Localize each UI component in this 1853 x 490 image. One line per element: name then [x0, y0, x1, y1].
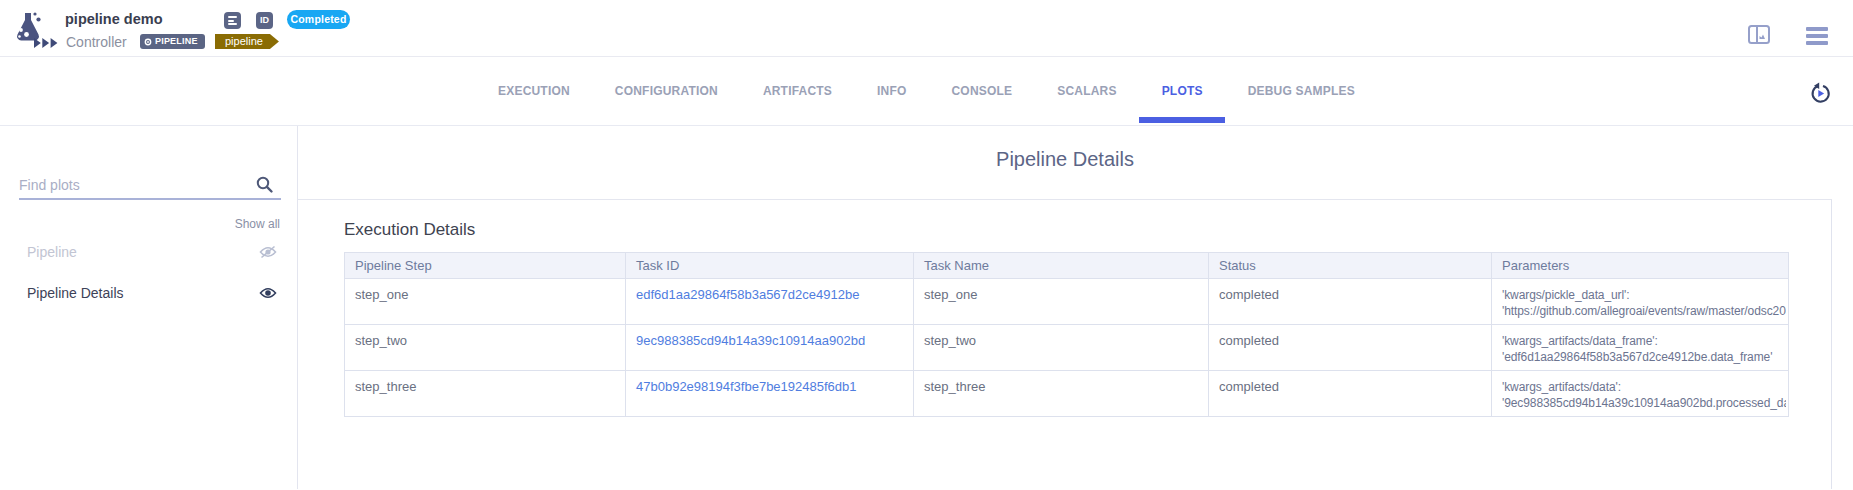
cell-pipeline-step: step_one	[345, 279, 626, 325]
find-plots-input[interactable]: Find plots	[19, 177, 80, 193]
gear-icon	[144, 38, 152, 46]
cell-task-id[interactable]: 9ec988385cd94b14a39c10914aa902bd	[626, 325, 914, 371]
tab-plots[interactable]: PLOTS	[1139, 57, 1225, 125]
tab-scalars[interactable]: SCALARS	[1035, 57, 1139, 125]
split-view-icon[interactable]	[1748, 25, 1770, 48]
sidebar-item-pipeline-details[interactable]: Pipeline Details	[27, 285, 124, 301]
cell-task-id[interactable]: 47b0b92e98194f3fbe7be192485f6db1	[626, 371, 914, 417]
sidebar-item-pipeline[interactable]: Pipeline	[27, 244, 77, 260]
experiment-subtitle: Controller	[66, 34, 127, 50]
plots-sidebar: Find plots Show all Pipeline Pipeline De…	[0, 126, 298, 489]
tab-debug-samples[interactable]: DEBUG SAMPLES	[1225, 57, 1377, 125]
section-title: Execution Details	[344, 220, 1831, 240]
experiment-title: pipeline demo	[65, 11, 163, 27]
refresh-icon[interactable]	[1809, 82, 1832, 109]
description-icon[interactable]	[224, 12, 241, 29]
col-task-id: Task ID	[626, 253, 914, 279]
table-row: step_three 47b0b92e98194f3fbe7be192485f6…	[345, 371, 1789, 417]
cell-task-name: step_one	[914, 279, 1209, 325]
tab-bar: EXECUTION CONFIGURATION ARTIFACTS INFO C…	[0, 57, 1853, 126]
user-tag-pipeline[interactable]: pipeline	[215, 34, 279, 49]
eye-icon[interactable]	[259, 286, 277, 304]
app-header: pipeline demo ID Completed Controller PI…	[0, 0, 1853, 57]
cell-task-id[interactable]: edf6d1aa29864f58b3a567d2ce4912be	[626, 279, 914, 325]
content-area: Find plots Show all Pipeline Pipeline De…	[0, 126, 1853, 489]
cell-parameters: 'kwargs/pickle_data_url': 'https://githu…	[1492, 279, 1789, 325]
cell-status: completed	[1209, 371, 1492, 417]
plot-title: Pipeline Details	[298, 148, 1832, 171]
status-badge: Completed	[287, 10, 350, 29]
cell-task-name: step_three	[914, 371, 1209, 417]
col-pipeline-step: Pipeline Step	[345, 253, 626, 279]
cell-task-name: step_two	[914, 325, 1209, 371]
cell-parameters: 'kwargs_artifacts/data': '9ec988385cd94b…	[1492, 371, 1789, 417]
search-input-underline	[19, 198, 281, 200]
app-logo-icon[interactable]	[8, 8, 62, 56]
hamburger-menu-icon[interactable]	[1806, 27, 1828, 48]
system-tag-pipeline: PIPELINE	[140, 34, 205, 49]
tab-console[interactable]: CONSOLE	[929, 57, 1035, 125]
plot-card: Execution Details Pipeline Step Task ID …	[298, 199, 1832, 489]
tab-execution[interactable]: EXECUTION	[476, 57, 593, 125]
col-parameters: Parameters	[1492, 253, 1789, 279]
table-row: step_one edf6d1aa29864f58b3a567d2ce4912b…	[345, 279, 1789, 325]
tab-configuration[interactable]: CONFIGURATION	[592, 57, 740, 125]
id-badge[interactable]: ID	[256, 12, 273, 29]
cell-parameters: 'kwargs_artifacts/data_frame': 'edf6d1aa…	[1492, 325, 1789, 371]
tab-artifacts[interactable]: ARTIFACTS	[740, 57, 854, 125]
search-icon[interactable]	[255, 175, 274, 198]
eye-off-icon[interactable]	[259, 245, 277, 263]
execution-details-table: Pipeline Step Task ID Task Name Status P…	[344, 252, 1789, 417]
table-row: step_two 9ec988385cd94b14a39c10914aa902b…	[345, 325, 1789, 371]
show-all-link[interactable]: Show all	[235, 217, 280, 231]
tab-info[interactable]: INFO	[855, 57, 929, 125]
cell-pipeline-step: step_three	[345, 371, 626, 417]
col-task-name: Task Name	[914, 253, 1209, 279]
cell-status: completed	[1209, 279, 1492, 325]
plot-area: Pipeline Details Execution Details Pipel…	[298, 126, 1853, 489]
cell-pipeline-step: step_two	[345, 325, 626, 371]
cell-status: completed	[1209, 325, 1492, 371]
table-header-row: Pipeline Step Task ID Task Name Status P…	[345, 253, 1789, 279]
active-tab-indicator	[1139, 117, 1225, 123]
col-status: Status	[1209, 253, 1492, 279]
